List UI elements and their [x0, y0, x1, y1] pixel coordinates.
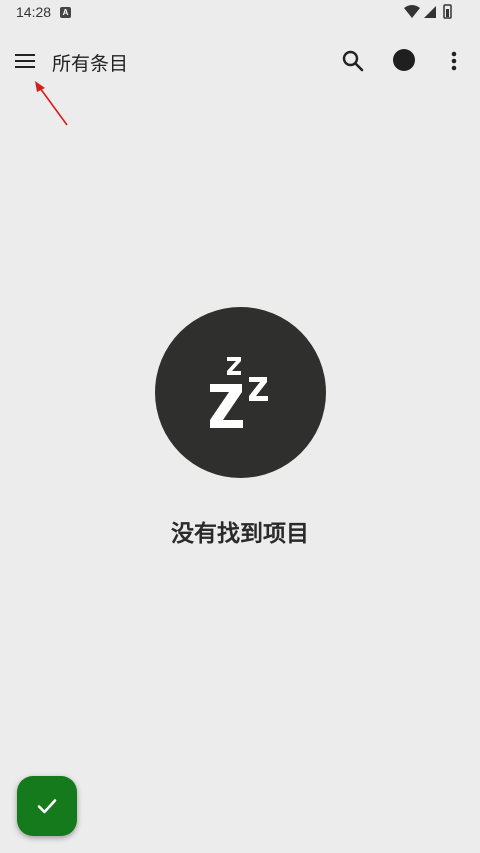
app-bar: 所有条目: [0, 36, 480, 86]
menu-icon[interactable]: [12, 48, 38, 78]
wifi-icon: [404, 5, 420, 18]
page-title: 所有条目: [52, 53, 129, 75]
search-icon[interactable]: [340, 48, 366, 78]
status-time: 14:28: [16, 4, 52, 20]
empty-state-message: 没有找到项目: [171, 521, 309, 547]
notification-icon: A: [60, 7, 71, 18]
annotation-arrow-icon: [35, 81, 68, 126]
empty-state-illustration: [155, 307, 326, 478]
status-icons: [404, 4, 454, 24]
more-options-icon[interactable]: [444, 48, 464, 78]
status-bar: 14:28 A: [0, 0, 480, 26]
theme-toggle-button[interactable]: [393, 49, 415, 71]
signal-icon: [424, 6, 436, 18]
check-icon: [37, 799, 57, 814]
sleep-zzz-icon: [210, 357, 268, 428]
confirm-fab-button[interactable]: [17, 776, 77, 836]
